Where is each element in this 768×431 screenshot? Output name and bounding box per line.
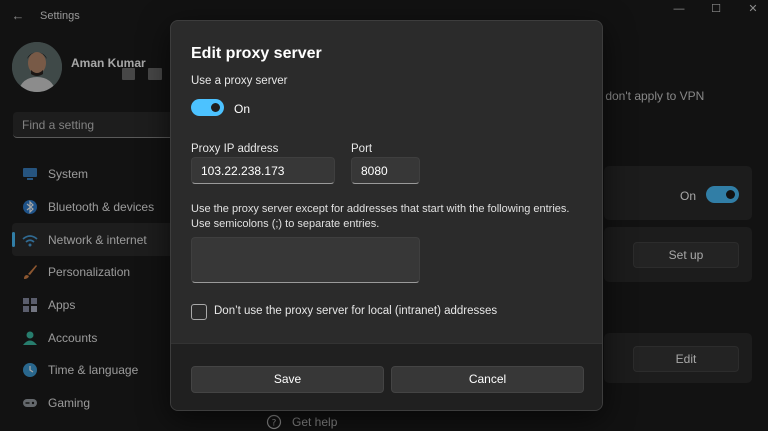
cancel-button[interactable]: Cancel (391, 366, 584, 393)
port-label: Port (351, 143, 373, 155)
use-proxy-toggle-state: On (234, 102, 251, 116)
exceptions-textarea[interactable] (191, 237, 420, 283)
dialog-title: Edit proxy server (191, 45, 322, 62)
edit-proxy-dialog: Edit proxy server Use a proxy server On … (170, 20, 603, 411)
dialog-footer: Save Cancel (171, 343, 602, 410)
exceptions-text-line-1: Use the proxy server except for addresse… (191, 203, 570, 215)
save-button[interactable]: Save (191, 366, 384, 393)
proxy-ip-input[interactable]: 103.22.238.173 (191, 157, 335, 184)
proxy-ip-label: Proxy IP address (191, 143, 279, 155)
exceptions-description: Use the proxy server except for addresse… (191, 202, 601, 232)
exceptions-text-line-2: Use semicolons (;) to separate entries. (191, 218, 380, 230)
local-addresses-label: Don’t use the proxy server for local (in… (214, 305, 498, 317)
port-input[interactable]: 8080 (351, 157, 420, 184)
use-proxy-toggle[interactable] (191, 99, 224, 116)
local-addresses-checkbox[interactable] (191, 304, 207, 320)
use-proxy-label: Use a proxy server (191, 75, 288, 87)
